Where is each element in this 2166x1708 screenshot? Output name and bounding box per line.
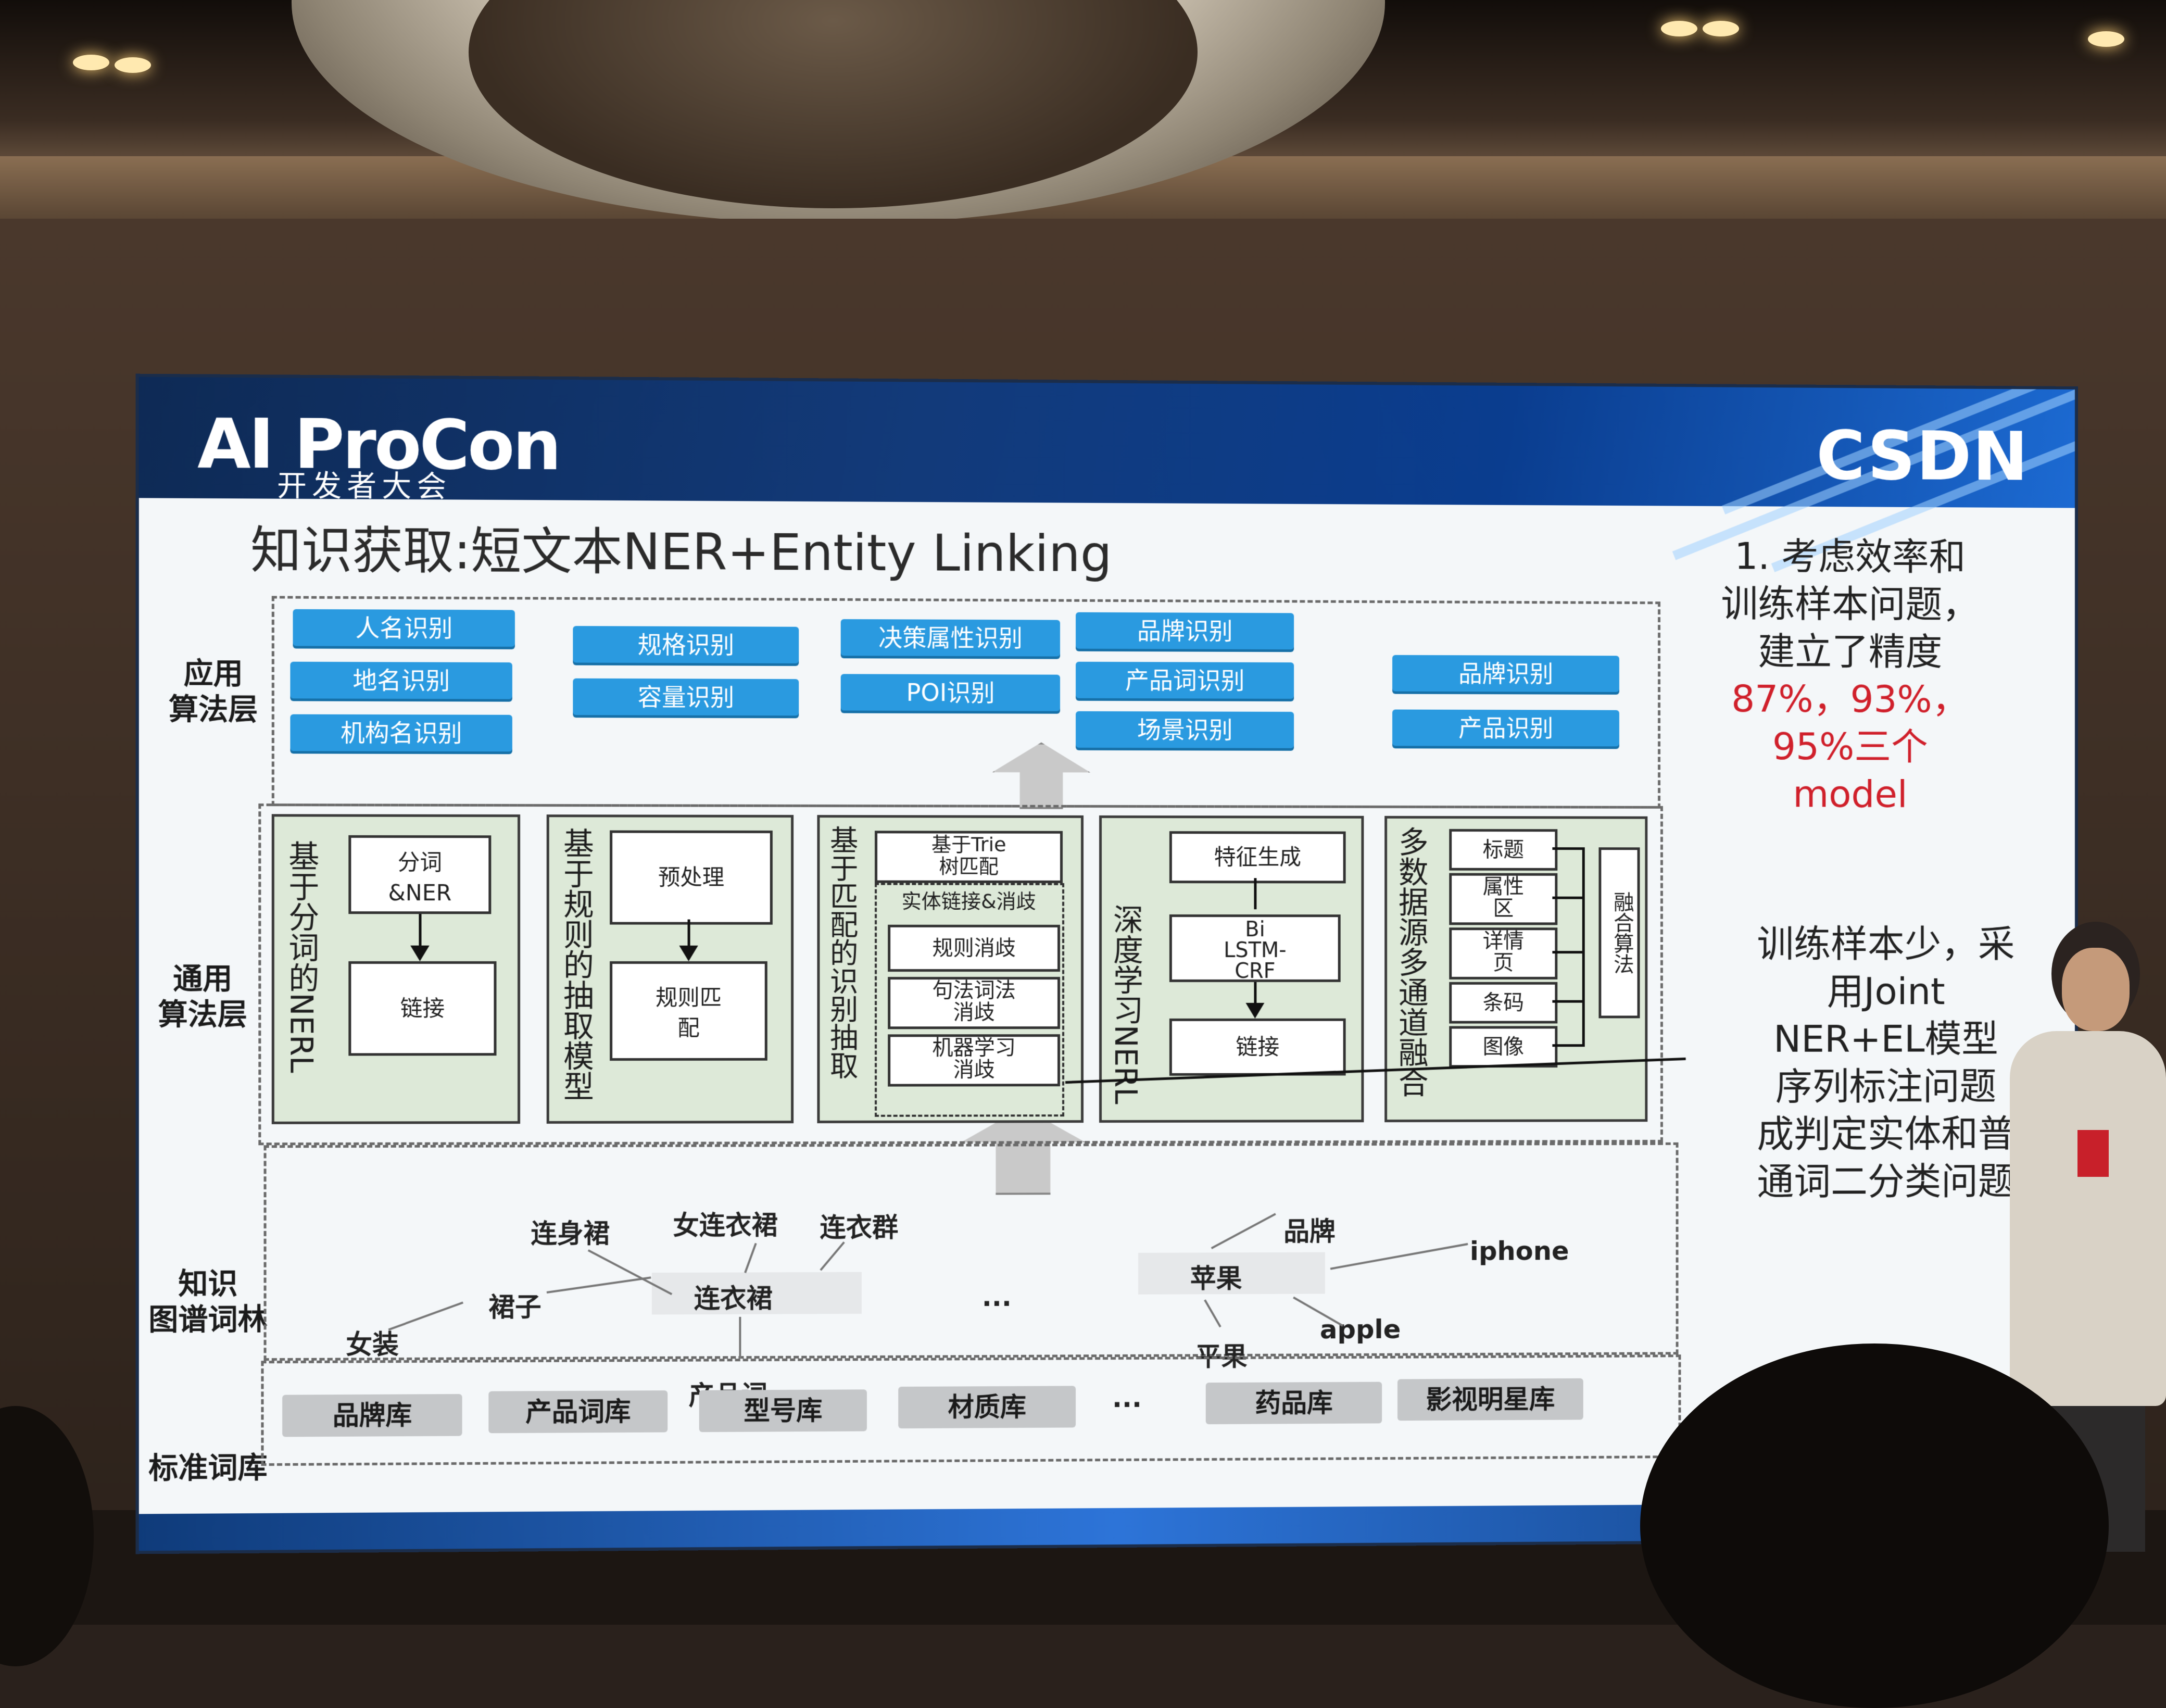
layer-label-general: 通用 算法层 (158, 961, 247, 1032)
lib-ellipsis: ... (1112, 1383, 1142, 1414)
lib-model: 型号库 (699, 1389, 867, 1433)
box-trie-match: 基于Trie 树匹配 (875, 831, 1063, 883)
note-line-red: 87%，93%， (1731, 676, 1969, 721)
tag-location-ner: 地名识别 (290, 661, 512, 699)
panel-title-deep-nerl: 深度学习NERL (1108, 903, 1143, 1104)
box-preprocess: 预处理 (610, 830, 773, 925)
tag-poi: POI识别 (840, 674, 1060, 711)
procon-logo-subtitle: 开发者大会 (276, 469, 452, 504)
tag-product-word: 产品词识别 (1076, 661, 1294, 699)
tag-spec: 规格识别 (573, 626, 799, 663)
box-bilstm-crf: Bi LSTM- CRF (1169, 914, 1341, 983)
box-syntax-disambiguation: 句法词法 消歧 (888, 977, 1060, 1029)
lib-product-word: 产品词库 (488, 1390, 668, 1434)
flow-line (1582, 847, 1585, 1047)
kg-word: 女连衣裙 (673, 1210, 778, 1241)
arrow-down-icon (679, 945, 698, 961)
tag-capacity: 容量识别 (573, 678, 799, 716)
side-note-model: 1. 考虑效率和 训练样本问题， 建立了精度 87%，93%， 95%三个 mo… (1666, 532, 2034, 818)
kg-word: 品牌 (1283, 1216, 1336, 1247)
note-line: 建立了精度 (1758, 629, 1943, 674)
lib-brand: 品牌库 (282, 1394, 462, 1437)
arrow-down-icon (410, 945, 430, 961)
box-rule-match: 规则匹 配 (610, 961, 767, 1061)
box-image: 图像 (1449, 1026, 1558, 1068)
box-detail-page: 详情 页 (1449, 927, 1558, 979)
note-line: 1. 考虑效率和 (1734, 534, 1966, 579)
audience-head (1640, 1343, 2109, 1708)
lib-drug: 药品库 (1205, 1382, 1382, 1425)
ceiling-lamp (1703, 21, 1739, 36)
arrow-down-icon (1245, 1002, 1265, 1019)
lib-material: 材质库 (898, 1386, 1076, 1429)
box-ml-disambiguation: 机器学习 消歧 (888, 1034, 1060, 1087)
slide-header: AI ProCon 开发者大会 CSDN (138, 373, 2078, 572)
note-line-red: 95%三个 (1772, 724, 1928, 769)
kg-ellipsis: ... (981, 1282, 1012, 1313)
ceiling-lamp (115, 57, 151, 73)
panel-title-segment-nerl: 基于分词的NERL (283, 840, 320, 1073)
flow-line (1552, 1044, 1583, 1047)
note-line: 训练样本问题， (1721, 581, 1979, 626)
ceiling-lamp (1661, 21, 1697, 36)
box-feature-gen: 特征生成 (1169, 831, 1346, 884)
kg-word-center: 苹果 (1190, 1263, 1242, 1294)
panel-title-rule-extraction: 基于规则的抽取模型 (558, 827, 594, 1101)
kg-word: iphone (1469, 1236, 1569, 1266)
badge-icon (2077, 1130, 2109, 1177)
flow-line (1552, 1000, 1583, 1003)
kg-word: 连身裙 (531, 1218, 610, 1249)
box-attr-area: 属性 区 (1449, 873, 1558, 925)
box-segment-ner: 分词 &NER (348, 835, 492, 914)
ceiling-lamp (2088, 31, 2124, 47)
label-entity-linking: 实体链接&消歧 (901, 889, 1036, 913)
tag-person-ner: 人名识别 (293, 609, 515, 647)
kg-edge (739, 1316, 741, 1359)
box-title: 标题 (1449, 828, 1558, 871)
tag-decision-attr: 决策属性识别 (840, 619, 1060, 657)
csdn-logo: CSDN (1816, 416, 2029, 496)
layer-label-kg: 知识 图谱词林 (148, 1266, 268, 1337)
tag-brand: 品牌识别 (1076, 612, 1294, 650)
kg-layer-box (263, 1142, 1679, 1361)
slide-title: 知识获取:短文本NER+Entity Linking (250, 520, 1112, 583)
box-barcode: 条码 (1449, 982, 1558, 1024)
note-line: 用Joint (1827, 969, 1945, 1013)
flow-line (1552, 896, 1583, 899)
box-deep-linking: 链接 (1169, 1018, 1346, 1076)
speaker-body (2010, 1031, 2166, 1406)
panel-title-match-extraction: 基于匹配的识别抽取 (825, 825, 858, 1079)
ceiling-lamp (73, 55, 109, 70)
kg-word: 连衣群 (820, 1212, 899, 1243)
kg-word-center: 连衣裙 (694, 1283, 773, 1314)
tag-brand-2: 品牌识别 (1392, 655, 1619, 692)
speaker-face (2062, 948, 2130, 1031)
kg-word: 裙子 (488, 1292, 542, 1323)
tag-product: 产品识别 (1392, 709, 1619, 747)
box-linking: 链接 (348, 961, 497, 1056)
lib-film-star: 影视明星库 (1397, 1378, 1583, 1421)
note-line-red: model (1793, 772, 1908, 816)
box-rule-disambiguation: 规则消歧 (888, 924, 1060, 972)
flow-line (1254, 878, 1257, 910)
flow-line (1552, 847, 1583, 850)
note-line: 训练样本少，采 (1757, 922, 2015, 965)
tag-org-ner: 机构名识别 (290, 714, 512, 752)
box-fusion-algorithm: 融合算法 (1598, 847, 1640, 1019)
panel-title-multi-source: 多数据源多通道融合 (1393, 826, 1429, 1098)
layer-label-app: 应用 算法层 (168, 656, 258, 727)
tag-scene: 场景识别 (1076, 711, 1294, 748)
flow-line (1552, 951, 1583, 954)
